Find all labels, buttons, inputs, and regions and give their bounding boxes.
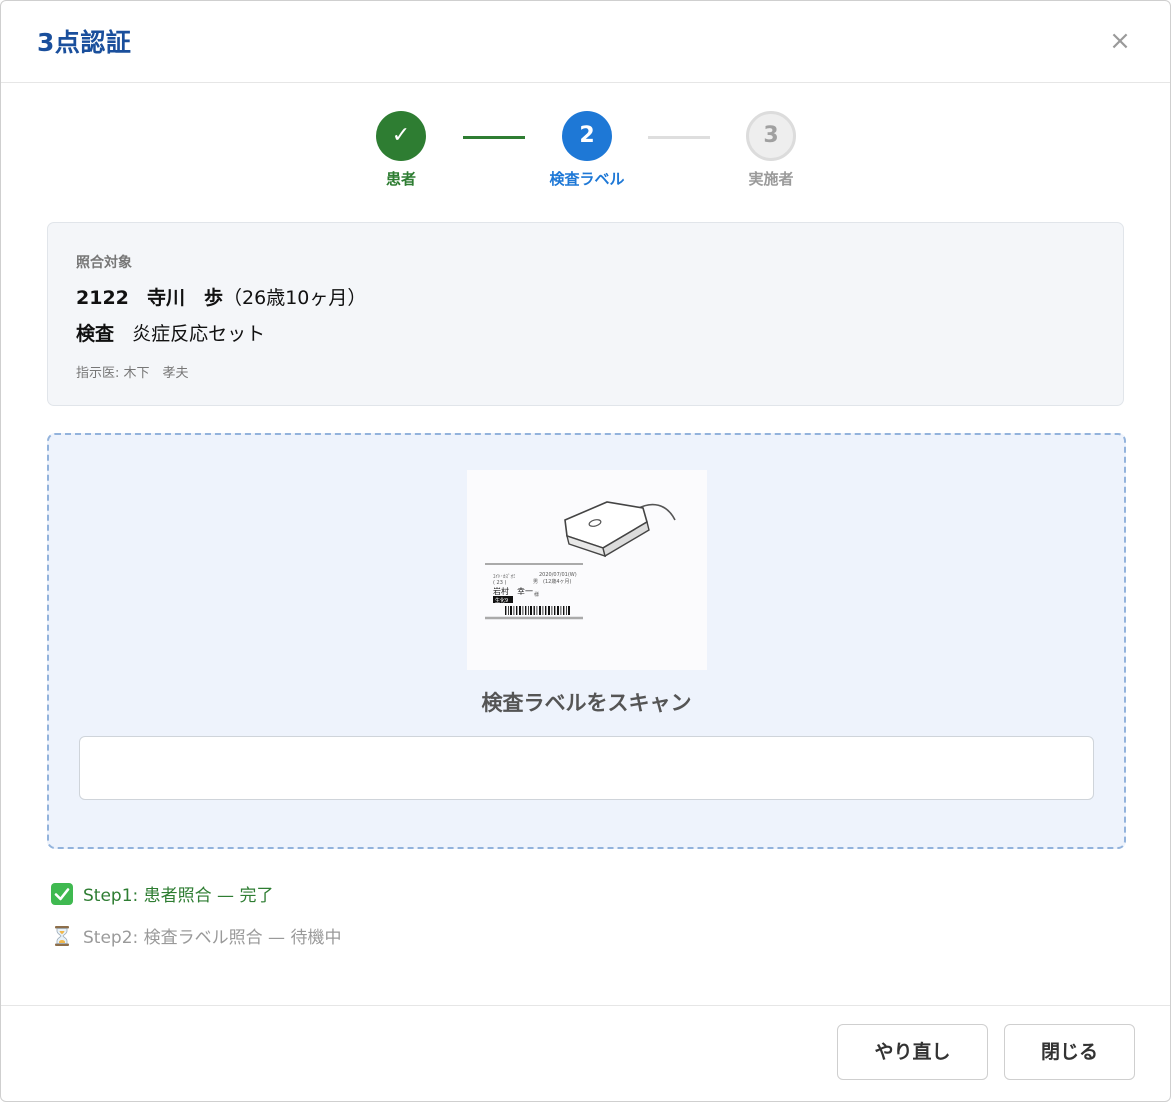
- label-tag: 生化9: [495, 597, 508, 604]
- stepper: ✓ 患者 2 検査ラベル 3 実施者: [1, 111, 1170, 191]
- scan-title: 検査ラベルをスキャン: [481, 691, 692, 715]
- three-point-auth-dialog: 3点認証 × ✓ 患者 2 検査ラベル 3 実施者 照合対象 2122 寺川 歩…: [0, 0, 1171, 1102]
- step-connector-done: [463, 136, 525, 139]
- hourglass-icon: [55, 925, 69, 946]
- step-label-operator: 実施者: [748, 170, 794, 188]
- retry-button[interactable]: やり直し: [837, 1024, 988, 1080]
- target-caption: 照合対象: [76, 255, 132, 271]
- close-icon[interactable]: ×: [1108, 27, 1132, 55]
- status-step2-text: Step2: 検査ラベル照合 — 待機中: [83, 928, 342, 948]
- step-number-2: 2: [562, 111, 612, 161]
- step-label-patient: 患者: [385, 170, 416, 188]
- checkbox-checked-icon: [51, 882, 73, 905]
- patient-age: （26歳10ヶ月）: [223, 287, 367, 309]
- scan-area: ｴｲﾄ･ｶｽﾞｵﾐ 2020/07/01(W) ( 23 ) 男 (12歳4ヶ月…: [47, 433, 1126, 849]
- exam-name: 炎症反応セット: [132, 323, 266, 345]
- close-button[interactable]: 閉じる: [1004, 1024, 1135, 1080]
- label-patient-kana: ｴｲﾄ･ｶｽﾞｵﾐ: [493, 573, 516, 580]
- step-operator: 3 実施者: [711, 111, 831, 189]
- status-step2: Step2: 検査ラベル照合 — 待機中: [51, 923, 342, 948]
- label-patient-name: 岩村 幸一: [493, 586, 533, 596]
- check-icon: ✓: [376, 111, 426, 161]
- dialog-footer: やり直し 閉じる: [1, 1005, 1170, 1101]
- target-info-card: 照合対象 2122 寺川 歩（26歳10ヶ月） 検査 炎症反応セット 指示医: …: [47, 222, 1124, 406]
- exam-line: 検査 炎症反応セット: [76, 319, 265, 346]
- status-step1: Step1: 患者照合 — 完了: [51, 881, 274, 906]
- step-label-exam: 検査ラベル: [549, 170, 625, 188]
- patient-line: 2122 寺川 歩（26歳10ヶ月）: [76, 283, 366, 310]
- step-exam-label: 2 検査ラベル: [527, 111, 647, 189]
- step-patient: ✓ 患者: [341, 111, 461, 189]
- dialog-title: 3点認証: [37, 28, 132, 57]
- exam-label: 検査: [76, 323, 115, 345]
- scanner-svg: ｴｲﾄ･ｶｽﾞｵﾐ 2020/07/01(W) ( 23 ) 男 (12歳4ヶ月…: [485, 501, 676, 620]
- scan-input[interactable]: [79, 736, 1094, 800]
- dialog-header: 3点認証 ×: [1, 1, 1170, 83]
- barcode-scanner-illustration: ｴｲﾄ･ｶｽﾞｵﾐ 2020/07/01(W) ( 23 ) 男 (12歳4ヶ月…: [467, 470, 707, 670]
- ordering-doctor: 指示医: 木下 孝夫: [76, 366, 189, 381]
- label-age: (12歳4ヶ月): [543, 578, 571, 585]
- patient-id: 2122: [76, 287, 129, 309]
- label-date: 2020/07/01(W): [539, 572, 577, 578]
- barcode-icon: [505, 606, 570, 615]
- label-ward: ( 23 ): [493, 580, 506, 586]
- step-connector-pending: [648, 136, 710, 139]
- step-number-3: 3: [746, 111, 796, 161]
- label-name-suffix: 様: [534, 591, 539, 598]
- status-step1-text: Step1: 患者照合 — 完了: [83, 886, 274, 906]
- label-sex: 男: [533, 579, 538, 585]
- patient-name: 寺川 歩: [147, 287, 224, 309]
